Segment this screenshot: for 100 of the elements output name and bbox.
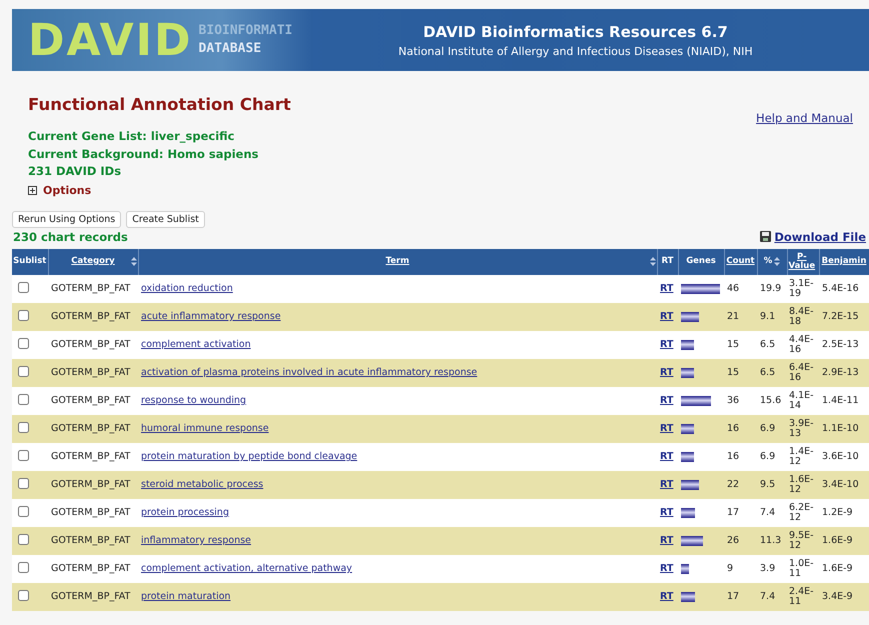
rerun-button[interactable]: Rerun Using Options xyxy=(12,210,122,228)
category-text: GOTERM_BP_FAT xyxy=(51,367,130,378)
genes-bar[interactable] xyxy=(681,340,694,350)
row-checkbox[interactable] xyxy=(18,310,29,320)
rt-link[interactable]: RT xyxy=(660,423,674,434)
rt-link[interactable]: RT xyxy=(660,479,674,490)
row-checkbox[interactable] xyxy=(18,450,29,460)
rt-link[interactable]: RT xyxy=(660,283,674,294)
benjamini-text: 7.2E-15 xyxy=(822,311,859,322)
logo-subtext: DATABASE xyxy=(198,40,262,58)
genes-bar[interactable] xyxy=(681,480,700,490)
column-header: Genes xyxy=(678,248,724,274)
column-header[interactable]: Category xyxy=(48,248,138,274)
count-text: 15 xyxy=(727,339,740,350)
term-link[interactable]: protein maturation by peptide bond cleavage xyxy=(141,451,358,462)
term-link[interactable]: humoral immune response xyxy=(141,423,269,434)
rt-link[interactable]: RT xyxy=(660,339,674,350)
rt-link[interactable]: RT xyxy=(660,507,674,518)
category-text: GOTERM_BP_FAT xyxy=(51,535,130,546)
p-value-text: 1.0E-11 xyxy=(789,558,814,578)
logo-text: DAVID xyxy=(28,14,193,66)
p-value-text: 3.1E-19 xyxy=(789,278,814,298)
row-checkbox[interactable] xyxy=(18,562,29,572)
column-header: Sublist xyxy=(12,248,48,274)
term-link[interactable]: activation of plasma proteins involved in acute inflammatory response xyxy=(141,367,478,378)
benjamini-text: 1.6E-9 xyxy=(822,535,853,546)
p-value-text: 9.5E-12 xyxy=(789,530,814,550)
category-text: GOTERM_BP_FAT xyxy=(51,423,130,434)
row-checkbox[interactable] xyxy=(18,422,29,432)
genes-bar[interactable] xyxy=(681,424,694,434)
genes-bar[interactable] xyxy=(681,368,694,378)
rt-link[interactable]: RT xyxy=(660,451,674,462)
benjamini-text: 3.6E-10 xyxy=(822,451,859,462)
count-text: 22 xyxy=(727,479,740,490)
info-line: Current Gene List: liver_specific xyxy=(28,128,236,145)
row-checkbox[interactable] xyxy=(18,394,29,404)
genes-bar[interactable] xyxy=(681,452,694,462)
column-header: RT xyxy=(657,248,678,274)
p-value-text: 6.2E-12 xyxy=(789,502,814,522)
column-header[interactable]: Benjamin xyxy=(819,248,869,274)
genes-bar[interactable] xyxy=(681,564,689,574)
column-header[interactable]: P-Value xyxy=(787,248,819,274)
percent-text: 6.5 xyxy=(760,367,776,378)
benjamini-text: 1.2E-9 xyxy=(822,507,853,518)
row-checkbox[interactable] xyxy=(18,366,29,376)
row-checkbox[interactable] xyxy=(18,338,29,348)
term-link[interactable]: protein maturation xyxy=(141,591,231,602)
term-link[interactable]: complement activation, alternative pathway xyxy=(141,563,352,574)
count-text: 9 xyxy=(727,563,734,574)
count-text: 26 xyxy=(727,535,740,546)
genes-bar[interactable] xyxy=(681,536,703,546)
term-link[interactable]: complement activation xyxy=(141,339,251,350)
rt-link[interactable]: RT xyxy=(660,591,674,602)
category-text: GOTERM_BP_FAT xyxy=(51,591,130,602)
column-header[interactable]: Count xyxy=(724,248,757,274)
benjamini-text: 5.4E-16 xyxy=(822,283,859,294)
category-text: GOTERM_BP_FAT xyxy=(51,479,130,490)
row-checkbox[interactable] xyxy=(18,534,29,544)
plus-box-icon xyxy=(28,186,37,194)
genes-bar[interactable] xyxy=(681,508,696,518)
term-link[interactable]: oxidation reduction xyxy=(141,283,233,294)
count-text: 36 xyxy=(727,395,740,406)
benjamini-text: 1.1E-10 xyxy=(822,423,859,434)
info-line: 231 DAVID IDs xyxy=(28,163,122,180)
genes-bar[interactable] xyxy=(681,592,696,602)
benjamini-text: 2.9E-13 xyxy=(822,367,859,378)
logo-subtext: BIOINFORMATI xyxy=(198,22,292,40)
rt-link[interactable]: RT xyxy=(660,311,674,322)
row-checkbox[interactable] xyxy=(18,506,29,516)
percent-text: 9.5 xyxy=(760,479,776,490)
options-toggle[interactable]: Options xyxy=(28,184,291,196)
genes-bar[interactable] xyxy=(681,284,720,294)
term-link[interactable]: acute inflammatory response xyxy=(141,311,281,322)
term-link[interactable]: protein processing xyxy=(141,507,229,518)
rt-link[interactable]: RT xyxy=(660,395,674,406)
record-count: 230 chart records xyxy=(13,230,128,244)
benjamini-text: 1.4E-11 xyxy=(822,395,859,406)
column-header[interactable]: Term xyxy=(138,248,657,274)
term-link[interactable]: response to wounding xyxy=(141,395,246,406)
download-link[interactable]: Download File xyxy=(760,230,866,244)
percent-text: 9.1 xyxy=(760,311,776,322)
term-link[interactable]: inflammatory response xyxy=(141,535,252,546)
create-sublist-button[interactable]: Create Sublist xyxy=(126,210,205,228)
site-title: DAVID Bioinformatics Resources 6.7 xyxy=(423,22,728,40)
category-text: GOTERM_BP_FAT xyxy=(51,339,130,350)
term-link[interactable]: steroid metabolic process xyxy=(141,479,264,490)
row-checkbox[interactable] xyxy=(18,478,29,488)
row-checkbox[interactable] xyxy=(18,590,29,600)
rt-link[interactable]: RT xyxy=(660,367,674,378)
column-header: % xyxy=(757,248,787,274)
rt-link[interactable]: RT xyxy=(660,563,674,574)
percent-text: 7.4 xyxy=(760,507,776,518)
help-link[interactable]: Help and Manual xyxy=(756,111,853,196)
genes-bar[interactable] xyxy=(681,396,712,406)
count-text: 21 xyxy=(727,311,740,322)
genes-bar[interactable] xyxy=(681,312,699,322)
p-value-text: 1.6E-12 xyxy=(789,474,814,494)
rt-link[interactable]: RT xyxy=(660,535,674,546)
row-checkbox[interactable] xyxy=(18,282,29,292)
category-text: GOTERM_BP_FAT xyxy=(51,563,130,574)
